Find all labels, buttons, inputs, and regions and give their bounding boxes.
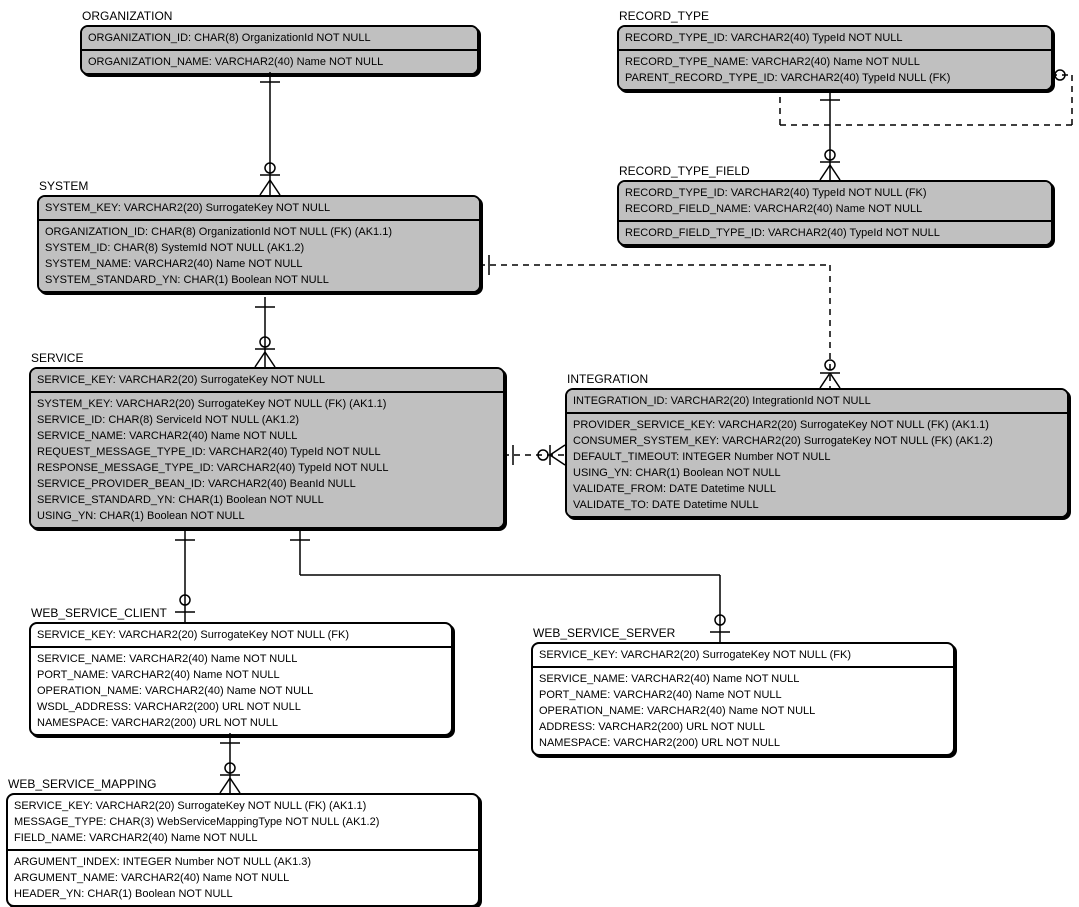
attr-field: ORGANIZATION_ID: CHAR(8) OrganizationId … xyxy=(45,224,473,240)
entity-title: WEB_SERVICE_MAPPING xyxy=(8,777,157,791)
attr-field: RECORD_FIELD_TYPE_ID: VARCHAR2(40) TypeI… xyxy=(625,225,1045,241)
attr-field: SERVICE_NAME: VARCHAR2(40) Name NOT NULL xyxy=(37,651,445,667)
attr-field: ARGUMENT_INDEX: INTEGER Number NOT NULL … xyxy=(14,854,472,870)
attr-field: REQUEST_MESSAGE_TYPE_ID: VARCHAR2(40) Ty… xyxy=(37,444,497,460)
pk-field: FIELD_NAME: VARCHAR2(40) Name NOT NULL xyxy=(14,830,472,846)
entity-system: SYSTEM SYSTEM_KEY: VARCHAR2(20) Surrogat… xyxy=(37,195,481,293)
attr-field: OPERATION_NAME: VARCHAR2(40) Name NOT NU… xyxy=(539,703,947,719)
attr-field: RECORD_TYPE_NAME: VARCHAR2(40) Name NOT … xyxy=(625,54,1045,70)
entity-title: INTEGRATION xyxy=(567,372,648,386)
attr-field: SERVICE_NAME: VARCHAR2(40) Name NOT NULL xyxy=(37,428,497,444)
pk-field: INTEGRATION_ID: VARCHAR2(20) Integration… xyxy=(573,393,1061,409)
attr-field: DEFAULT_TIMEOUT: INTEGER Number NOT NULL xyxy=(573,449,1061,465)
attr-field: NAMESPACE: VARCHAR2(200) URL NOT NULL xyxy=(37,715,445,731)
attr-field: SYSTEM_NAME: VARCHAR2(40) Name NOT NULL xyxy=(45,256,473,272)
attr-field: ADDRESS: VARCHAR2(200) URL NOT NULL xyxy=(539,719,947,735)
attr-field: PARENT_RECORD_TYPE_ID: VARCHAR2(40) Type… xyxy=(625,70,1045,86)
attr-field: USING_YN: CHAR(1) Boolean NOT NULL xyxy=(37,508,497,524)
entity-organization: ORGANIZATION ORGANIZATION_ID: CHAR(8) Or… xyxy=(80,25,479,75)
entity-service: SERVICE SERVICE_KEY: VARCHAR2(20) Surrog… xyxy=(29,367,505,529)
attr-field: SERVICE_STANDARD_YN: CHAR(1) Boolean NOT… xyxy=(37,492,497,508)
pk-field: RECORD_FIELD_NAME: VARCHAR2(40) Name NOT… xyxy=(625,201,1045,217)
attr-field: WSDL_ADDRESS: VARCHAR2(200) URL NOT NULL xyxy=(37,699,445,715)
attr-field: RESPONSE_MESSAGE_TYPE_ID: VARCHAR2(40) T… xyxy=(37,460,497,476)
attr-field: SYSTEM_KEY: VARCHAR2(20) SurrogateKey NO… xyxy=(37,396,497,412)
attr-field: USING_YN: CHAR(1) Boolean NOT NULL xyxy=(573,465,1061,481)
pk-field: SERVICE_KEY: VARCHAR2(20) SurrogateKey N… xyxy=(14,798,472,814)
attr-field: OPERATION_NAME: VARCHAR2(40) Name NOT NU… xyxy=(37,683,445,699)
pk-field: SERVICE_KEY: VARCHAR2(20) SurrogateKey N… xyxy=(539,647,947,663)
pk-field: SYSTEM_KEY: VARCHAR2(20) SurrogateKey NO… xyxy=(45,200,473,216)
pk-field: ORGANIZATION_ID: CHAR(8) OrganizationId … xyxy=(88,30,471,46)
attr-field: VALIDATE_TO: DATE Datetime NULL xyxy=(573,497,1061,513)
attr-field: CONSUMER_SYSTEM_KEY: VARCHAR2(20) Surrog… xyxy=(573,433,1061,449)
attr-field: PORT_NAME: VARCHAR2(40) Name NOT NULL xyxy=(37,667,445,683)
pk-field: SERVICE_KEY: VARCHAR2(20) SurrogateKey N… xyxy=(37,627,445,643)
entity-record-type-field: RECORD_TYPE_FIELD RECORD_TYPE_ID: VARCHA… xyxy=(617,180,1053,246)
entity-web-service-mapping: WEB_SERVICE_MAPPING SERVICE_KEY: VARCHAR… xyxy=(6,793,480,907)
entity-title: WEB_SERVICE_CLIENT xyxy=(31,606,167,620)
entity-web-service-server: WEB_SERVICE_SERVER SERVICE_KEY: VARCHAR2… xyxy=(531,642,955,756)
attr-field: SERVICE_ID: CHAR(8) ServiceId NOT NULL (… xyxy=(37,412,497,428)
attr-field: HEADER_YN: CHAR(1) Boolean NOT NULL xyxy=(14,886,472,902)
attr-field: SERVICE_NAME: VARCHAR2(40) Name NOT NULL xyxy=(539,671,947,687)
entity-record-type: RECORD_TYPE RECORD_TYPE_ID: VARCHAR2(40)… xyxy=(617,25,1053,91)
entity-title: RECORD_TYPE_FIELD xyxy=(619,164,750,178)
entity-title: SYSTEM xyxy=(39,179,88,193)
entity-title: ORGANIZATION xyxy=(82,9,172,23)
attr-field: ORGANIZATION_NAME: VARCHAR2(40) Name NOT… xyxy=(88,54,471,70)
entity-web-service-client: WEB_SERVICE_CLIENT SERVICE_KEY: VARCHAR2… xyxy=(29,622,453,736)
attr-field: SERVICE_PROVIDER_BEAN_ID: VARCHAR2(40) B… xyxy=(37,476,497,492)
attr-field: PORT_NAME: VARCHAR2(40) Name NOT NULL xyxy=(539,687,947,703)
entity-title: WEB_SERVICE_SERVER xyxy=(533,626,675,640)
attr-field: PROVIDER_SERVICE_KEY: VARCHAR2(20) Surro… xyxy=(573,417,1061,433)
pk-field: MESSAGE_TYPE: CHAR(3) WebServiceMappingT… xyxy=(14,814,472,830)
entity-title: RECORD_TYPE xyxy=(619,9,709,23)
entity-title: SERVICE xyxy=(31,351,83,365)
pk-field: SERVICE_KEY: VARCHAR2(20) SurrogateKey N… xyxy=(37,372,497,388)
attr-field: ARGUMENT_NAME: VARCHAR2(40) Name NOT NUL… xyxy=(14,870,472,886)
attr-field: VALIDATE_FROM: DATE Datetime NULL xyxy=(573,481,1061,497)
attr-field: NAMESPACE: VARCHAR2(200) URL NOT NULL xyxy=(539,735,947,751)
pk-field: RECORD_TYPE_ID: VARCHAR2(40) TypeId NOT … xyxy=(625,185,1045,201)
attr-field: SYSTEM_STANDARD_YN: CHAR(1) Boolean NOT … xyxy=(45,272,473,288)
pk-field: RECORD_TYPE_ID: VARCHAR2(40) TypeId NOT … xyxy=(625,30,1045,46)
entity-integration: INTEGRATION INTEGRATION_ID: VARCHAR2(20)… xyxy=(565,388,1069,518)
attr-field: SYSTEM_ID: CHAR(8) SystemId NOT NULL (AK… xyxy=(45,240,473,256)
